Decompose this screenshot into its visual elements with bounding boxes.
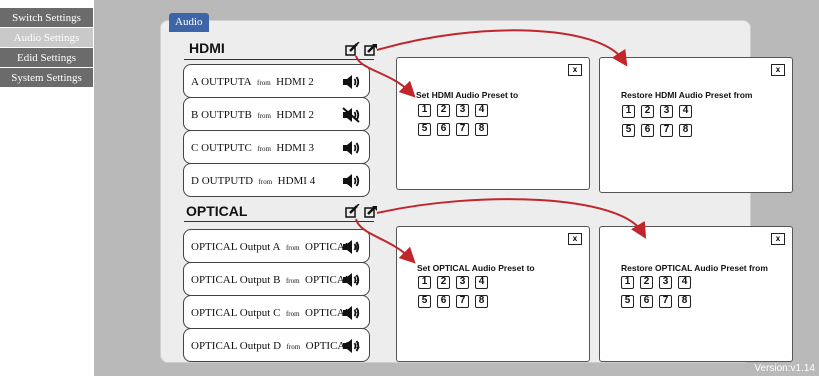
flow-arrows (355, 29, 647, 264)
version-label: Version:v1.14 (754, 363, 815, 374)
